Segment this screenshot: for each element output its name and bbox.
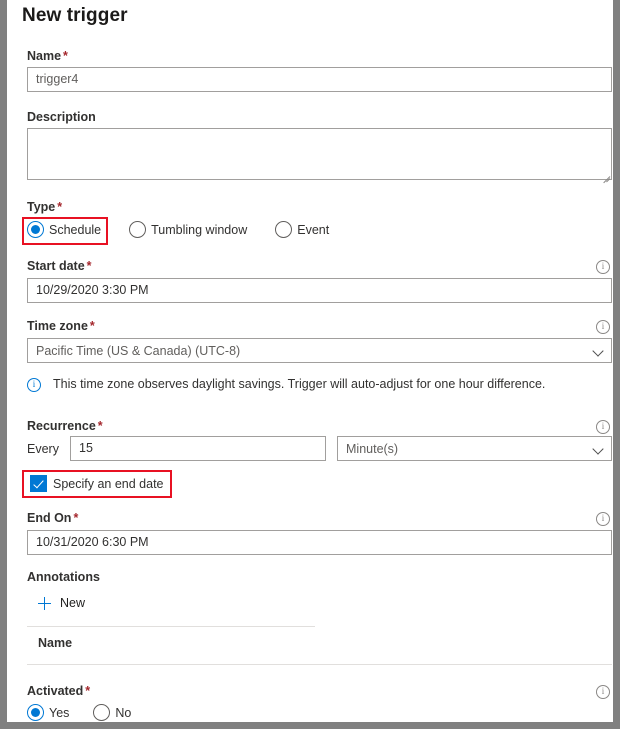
- name-input[interactable]: trigger4: [27, 67, 612, 92]
- new-trigger-panel: New trigger Name * trigger4 Description T…: [7, 0, 613, 722]
- recurrence-interval-input[interactable]: 15: [70, 436, 326, 461]
- time-zone-required-marker: *: [89, 319, 95, 333]
- type-option-tumbling-window[interactable]: Tumbling window: [129, 221, 247, 238]
- type-option-tumbling-window-label: Tumbling window: [151, 222, 248, 237]
- start-date-input[interactable]: 10/29/2020 3:30 PM: [27, 278, 612, 303]
- time-zone-value: Pacific Time (US & Canada) (UTC-8): [36, 343, 241, 358]
- type-required-marker: *: [57, 200, 63, 214]
- recurrence-every-label: Every: [27, 442, 59, 456]
- activated-radio-group: Yes No: [27, 704, 131, 721]
- info-icon[interactable]: [596, 512, 610, 526]
- activated-label: Activated *: [27, 684, 91, 698]
- start-date-label: Start date *: [27, 259, 92, 273]
- description-label: Description: [27, 110, 96, 124]
- activated-option-no-label: No: [115, 705, 132, 720]
- radio-selected-icon: [27, 221, 44, 238]
- recurrence-label: Recurrence *: [27, 419, 103, 433]
- annotations-divider-bottom: [27, 664, 612, 665]
- chevron-down-icon: [594, 445, 603, 454]
- chevron-down-icon: [594, 347, 603, 356]
- end-on-required-marker: *: [73, 511, 79, 525]
- radio-empty-icon: [129, 221, 147, 238]
- end-on-label: End On *: [27, 511, 79, 525]
- recurrence-unit-value: Minute(s): [346, 441, 399, 456]
- annotations-label: Annotations: [27, 570, 100, 584]
- time-zone-label: Time zone *: [27, 319, 95, 333]
- info-icon[interactable]: [596, 320, 610, 334]
- radio-selected-icon: [27, 704, 44, 721]
- time-zone-select[interactable]: Pacific Time (US & Canada) (UTC-8): [27, 338, 612, 363]
- description-textarea[interactable]: [27, 128, 612, 184]
- recurrence-required-marker: *: [97, 419, 103, 433]
- type-label: Type *: [27, 200, 63, 214]
- radio-empty-icon: [275, 221, 293, 238]
- recurrence-unit-select[interactable]: Minute(s): [337, 436, 612, 461]
- start-date-required-marker: *: [86, 259, 92, 273]
- type-option-schedule-label: Schedule: [49, 222, 102, 237]
- page-title: New trigger: [22, 5, 128, 26]
- activated-option-yes[interactable]: Yes: [27, 704, 69, 721]
- timezone-note-text: This time zone observes daylight savings…: [53, 377, 546, 391]
- annotations-divider-top: [27, 626, 315, 627]
- info-icon: [27, 378, 41, 392]
- type-option-schedule[interactable]: Schedule: [27, 221, 101, 238]
- add-annotation-label: New: [60, 596, 86, 610]
- end-on-input[interactable]: 10/31/2020 6:30 PM: [27, 530, 612, 555]
- activated-option-yes-label: Yes: [49, 705, 70, 720]
- type-option-event-label: Event: [297, 222, 330, 237]
- name-required-marker: *: [63, 49, 68, 63]
- radio-empty-icon: [93, 704, 111, 721]
- plus-icon: [38, 596, 51, 610]
- screenshot-frame: New trigger Name * trigger4 Description T…: [0, 0, 620, 729]
- activated-required-marker: *: [85, 684, 91, 698]
- specify-end-date-label: Specify an end date: [53, 476, 164, 491]
- name-label: Name *: [27, 49, 68, 63]
- resize-grip-icon[interactable]: [601, 169, 611, 184]
- info-icon[interactable]: [596, 260, 610, 274]
- add-annotation-button[interactable]: New: [38, 596, 85, 610]
- annotations-column-header-name: Name: [38, 636, 73, 650]
- checkbox-checked-icon: [30, 475, 47, 492]
- type-option-event[interactable]: Event: [275, 221, 329, 238]
- info-icon[interactable]: [596, 420, 610, 434]
- specify-end-date-checkbox[interactable]: Specify an end date: [30, 475, 164, 492]
- type-radio-group: Schedule Tumbling window Event: [27, 221, 329, 238]
- info-icon[interactable]: [596, 685, 610, 699]
- activated-option-no[interactable]: No: [93, 704, 131, 721]
